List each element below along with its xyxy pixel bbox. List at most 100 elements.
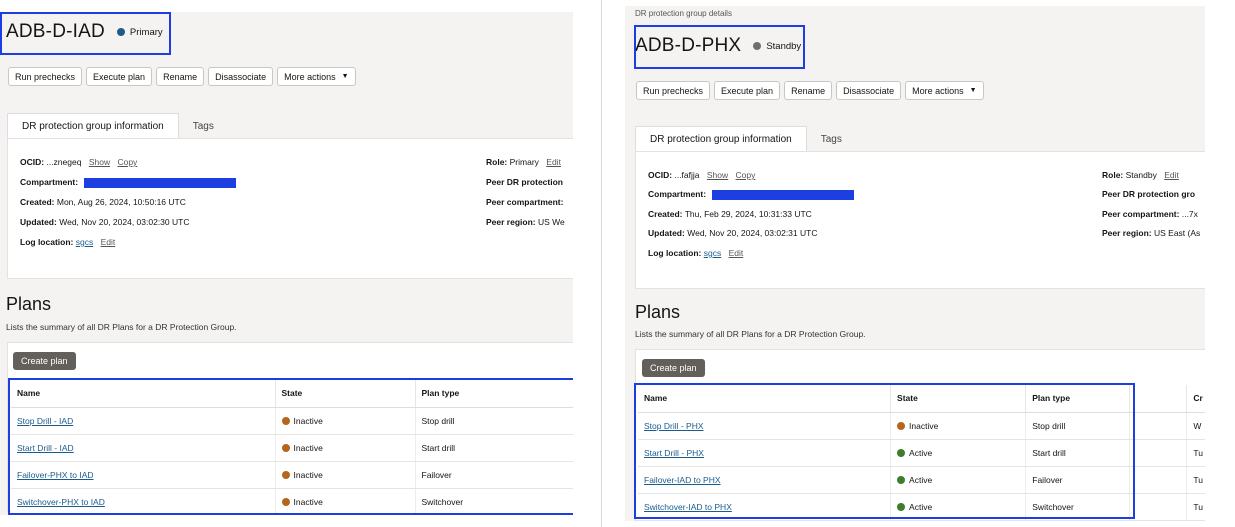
plan-name-link[interactable]: Failover-PHX to IAD [17, 470, 94, 480]
plan-type: Stop drill [415, 407, 573, 435]
plan-type: Failover [415, 461, 573, 489]
compartment-label: Compartment: [648, 189, 707, 199]
role-badge-label: Primary [129, 26, 163, 38]
plan-type: Start drill [415, 434, 573, 462]
tab-tags[interactable]: Tags [807, 126, 856, 152]
role-edit-link[interactable]: Edit [546, 157, 561, 167]
peer-compartment-row: Peer compartment: ...7x [1102, 209, 1198, 219]
ocid-copy-link[interactable]: Copy [117, 157, 137, 167]
plan-name-link[interactable]: Start Drill - PHX [644, 448, 704, 458]
peer-region-row: Peer region: US East (As [1102, 228, 1200, 238]
page-title-row: ADB-D-IAD Primary [6, 21, 163, 43]
disassociate-button[interactable]: Disassociate [836, 81, 902, 100]
plans-table: Name State Plan type Stop Drill - IAD In… [11, 380, 573, 515]
execute-plan-button[interactable]: Execute plan [86, 67, 153, 86]
role-row: Role: Standby Edit [1102, 170, 1179, 180]
rename-button[interactable]: Rename [784, 81, 833, 100]
column-header-name[interactable]: Name [11, 380, 276, 408]
inactive-status-dot [897, 421, 906, 430]
table-row: Stop Drill - IAD Inactive Stop drill [11, 407, 573, 435]
peer-region-value: US East (As [1153, 228, 1201, 238]
inactive-status-dot [281, 470, 290, 479]
create-plan-button[interactable]: Create plan [13, 352, 76, 370]
log-location-link[interactable]: sgcs [704, 248, 721, 258]
role-badge: Primary [116, 26, 163, 38]
column-header-state[interactable]: State [890, 385, 1027, 413]
log-location-edit-link[interactable]: Edit [101, 237, 116, 247]
ocid-copy-link[interactable]: Copy [736, 170, 756, 180]
plan-state: Active [909, 447, 933, 458]
plan-name-link[interactable]: Stop Drill - PHX [644, 421, 704, 431]
plan-name-link[interactable]: Switchover-IAD to PHX [644, 502, 732, 512]
table-row: Switchover-IAD to PHX Active Switchover … [638, 493, 1205, 521]
execute-plan-button[interactable]: Execute plan [714, 81, 781, 100]
tab-dr-protection-group-information[interactable]: DR protection group information [635, 126, 807, 152]
log-location-edit-link[interactable]: Edit [729, 248, 744, 258]
created-row: Created: Thu, Feb 29, 2024, 10:31:33 UTC [648, 209, 812, 219]
info-tabs: DR protection group information Tags [7, 113, 228, 139]
more-actions-button[interactable]: More actions ▼ [277, 67, 356, 86]
left-panel-adb-d-iad: ADB-D-IAD Primary Run prechecks Execute … [0, 12, 573, 515]
peer-region-label: Peer region: [1102, 228, 1152, 238]
blank-cell [1129, 412, 1188, 440]
column-header-plan-type[interactable]: Plan type [1025, 385, 1130, 413]
peer-dr-label: Peer DR protection [486, 177, 563, 187]
disassociate-button[interactable]: Disassociate [208, 67, 274, 86]
peer-compartment-row: Peer compartment: [486, 197, 563, 207]
updated-value: Wed, Nov 20, 2024, 03:02:31 UTC [687, 228, 818, 238]
inactive-status-dot [281, 416, 290, 425]
tab-tags[interactable]: Tags [179, 113, 228, 139]
right-panel-adb-d-phx: DR protection group details ADB-D-PHX St… [625, 6, 1205, 521]
peer-dr-row: Peer DR protection gro [1102, 189, 1195, 199]
ocid-value: ...fafjja [674, 170, 700, 180]
column-header-name[interactable]: Name [638, 385, 892, 413]
column-header-created[interactable]: Cr [1186, 385, 1205, 413]
table-row: Start Drill - PHX Active Start drill Tu [638, 439, 1205, 467]
ocid-show-link[interactable]: Show [89, 157, 110, 167]
more-actions-label: More actions [912, 85, 964, 96]
run-prechecks-button[interactable]: Run prechecks [636, 81, 711, 100]
create-plan-button[interactable]: Create plan [642, 359, 705, 377]
breadcrumb[interactable]: DR protection group details [635, 9, 732, 18]
peer-region-label: Peer region: [486, 217, 536, 227]
more-actions-button[interactable]: More actions ▼ [905, 81, 984, 100]
log-location-link[interactable]: sgcs [76, 237, 93, 247]
plan-name-link[interactable]: Switchover-PHX to IAD [17, 497, 105, 507]
column-header-plan-type[interactable]: Plan type [415, 380, 573, 408]
plans-description: Lists the summary of all DR Plans for a … [635, 329, 866, 339]
created-cell: Tu [1186, 439, 1205, 467]
chevron-down-icon: ▼ [969, 87, 977, 94]
role-edit-link[interactable]: Edit [1164, 170, 1179, 180]
inactive-status-dot [281, 443, 290, 452]
column-header-state[interactable]: State [275, 380, 416, 408]
more-actions-label: More actions [284, 71, 336, 82]
role-label: Role: [1102, 170, 1124, 180]
ocid-value: ...znegeq [46, 157, 82, 167]
peer-dr-label: Peer DR protection gro [1102, 189, 1196, 199]
compartment-redaction [712, 189, 855, 200]
log-location-label: Log location: [20, 237, 74, 247]
peer-compartment-label: Peer compartment: [486, 197, 564, 207]
ocid-label: OCID: [648, 170, 673, 180]
active-status-dot [897, 502, 906, 511]
ocid-show-link[interactable]: Show [707, 170, 728, 180]
peer-region-row: Peer region: US We [486, 217, 565, 227]
active-status-dot [897, 475, 906, 484]
blank-cell [1129, 466, 1188, 494]
plan-name-link[interactable]: Start Drill - IAD [17, 443, 74, 453]
plan-name-link[interactable]: Stop Drill - IAD [17, 416, 73, 426]
plans-heading: Plans [635, 302, 681, 322]
plan-state: Active [909, 474, 933, 485]
updated-label: Updated: [648, 228, 685, 238]
created-row: Created: Mon, Aug 26, 2024, 10:50:16 UTC [20, 197, 186, 207]
page-title-row: ADB-D-PHX Standby [635, 35, 801, 57]
table-row: Failover-PHX to IAD Inactive Failover [11, 461, 573, 489]
active-status-dot [897, 448, 906, 457]
created-cell: W [1186, 412, 1205, 440]
plan-name-link[interactable]: Failover-IAD to PHX [644, 475, 721, 485]
run-prechecks-button[interactable]: Run prechecks [8, 67, 83, 86]
tab-dr-protection-group-information[interactable]: DR protection group information [7, 113, 179, 139]
rename-button[interactable]: Rename [156, 67, 205, 86]
plan-state: Inactive [293, 469, 323, 480]
plan-type: Failover [1025, 466, 1130, 494]
